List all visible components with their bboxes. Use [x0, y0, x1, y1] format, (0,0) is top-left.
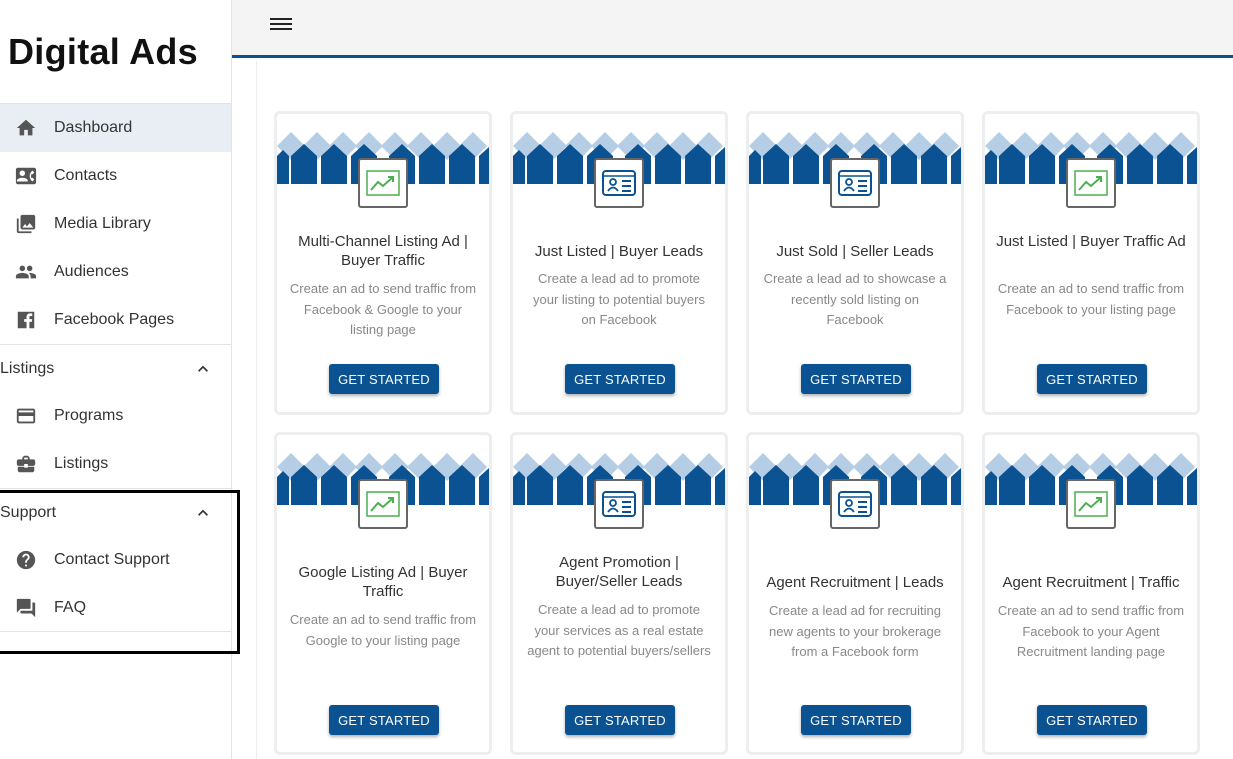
sidebar-item-listings[interactable]: Listings — [0, 440, 231, 488]
id-card-icon — [594, 479, 644, 529]
ad-template-card: Just Listed | Buyer Traffic Ad Create an … — [982, 111, 1200, 415]
sidebar-item-label: Contacts — [54, 167, 118, 184]
sidebar-item-label: Facebook Pages — [54, 311, 175, 328]
ad-template-card: Just Listed | Buyer Leads Create a lead a… — [510, 111, 728, 415]
people-icon — [14, 260, 38, 284]
ad-template-card: Multi-Channel Listing Ad | Buyer Traffic… — [274, 111, 492, 415]
contact-card-icon — [14, 164, 38, 188]
sidebar-item-contact-support[interactable]: Contact Support — [0, 536, 231, 584]
get-started-button[interactable]: GET STARTED — [329, 364, 439, 394]
trending-up-icon — [358, 479, 408, 529]
credit-card-icon — [14, 404, 38, 428]
sidebar-item-facebook-pages[interactable]: Facebook Pages — [0, 296, 231, 344]
sidebar-item-label: Listings — [54, 455, 109, 472]
home-icon — [14, 116, 38, 140]
ad-template-card: Agent Recruitment | Traffic Create an ad … — [982, 432, 1200, 755]
get-started-button[interactable]: GET STARTED — [565, 364, 675, 394]
id-card-icon — [830, 479, 880, 529]
trending-up-icon — [1066, 158, 1116, 208]
card-description: Create an ad to send traffic from Facebo… — [997, 603, 1185, 659]
get-started-button[interactable]: GET STARTED — [329, 705, 439, 735]
sidebar-item-label: Audiences — [54, 263, 129, 280]
facebook-icon — [14, 308, 38, 332]
section-label: Support — [0, 503, 57, 521]
card-description: Create an ad to send traffic from Facebo… — [289, 281, 477, 337]
trending-up-icon — [1066, 479, 1116, 529]
card-title: Multi-Channel Listing Ad | Buyer Traffic — [298, 233, 468, 269]
get-started-button[interactable]: GET STARTED — [801, 364, 911, 394]
card-title: Just Sold | Seller Leads — [776, 243, 934, 260]
sidebar-item-media-library[interactable]: Media Library — [0, 200, 231, 248]
brand-title: Digital Ads — [0, 0, 231, 104]
photo-library-icon — [14, 212, 38, 236]
get-started-button[interactable]: GET STARTED — [801, 705, 911, 735]
sidebar-item-label: Media Library — [54, 215, 151, 232]
get-started-button[interactable]: GET STARTED — [1037, 705, 1147, 735]
ad-template-card: Google Listing Ad | Buyer Traffic Create … — [274, 432, 492, 755]
top-app-bar — [232, 0, 1233, 58]
hamburger-menu-icon[interactable] — [270, 15, 292, 35]
id-card-icon — [830, 158, 880, 208]
card-title: Google Listing Ad | Buyer Traffic — [298, 564, 468, 600]
card-title: Agent Recruitment | Leads — [766, 574, 944, 591]
help-icon — [14, 548, 38, 572]
sidebar-item-label: Contact Support — [54, 551, 170, 568]
card-title: Agent Promotion | Buyer/Seller Leads — [555, 554, 683, 590]
chevron-up-icon — [198, 365, 208, 372]
card-description: Create an ad to send traffic from Google… — [289, 612, 477, 648]
section-support-toggle[interactable]: Support — [0, 488, 231, 536]
get-started-button[interactable]: GET STARTED — [565, 705, 675, 735]
ad-templates-grid: Multi-Channel Listing Ad | Buyer Traffic… — [256, 61, 1233, 759]
ad-template-card: Just Sold | Seller Leads Create a lead ad… — [746, 111, 964, 415]
ad-template-card: Agent Recruitment | Leads Create a lead a… — [746, 432, 964, 755]
sidebar-item-audiences[interactable]: Audiences — [0, 248, 231, 296]
app-root: Digital Ads Dashboard Contacts Media Lib… — [0, 0, 1233, 759]
section-label: Listings — [0, 359, 55, 377]
sidebar-item-dashboard[interactable]: Dashboard — [0, 104, 231, 152]
card-description: Create a lead ad for recruiting new agen… — [769, 603, 941, 659]
card-description: Create a lead ad to showcase a recently … — [763, 271, 947, 327]
ad-template-card: Agent Promotion | Buyer/Seller Leads Crea… — [510, 432, 728, 755]
id-card-icon — [594, 158, 644, 208]
sidebar-item-contacts[interactable]: Contacts — [0, 152, 231, 200]
forum-icon — [14, 596, 38, 620]
get-started-button[interactable]: GET STARTED — [1037, 364, 1147, 394]
sidebar-item-label: Dashboard — [54, 119, 133, 136]
briefcase-icon — [14, 452, 38, 476]
card-title: Just Listed | Buyer Leads — [534, 243, 704, 260]
trending-up-icon — [358, 158, 408, 208]
sidebar: Digital Ads Dashboard Contacts Media Lib… — [0, 0, 232, 759]
chevron-up-icon — [198, 509, 208, 516]
sidebar-item-label: Programs — [54, 407, 124, 424]
section-listings-toggle[interactable]: Listings — [0, 344, 231, 392]
sidebar-item-label: FAQ — [54, 598, 87, 616]
card-description: Create a lead ad to promote your listing… — [533, 271, 705, 327]
card-description: Create an ad to send traffic from Facebo… — [997, 281, 1185, 317]
card-title: Agent Recruitment | Traffic — [1002, 574, 1180, 591]
sidebar-item-programs[interactable]: Programs — [0, 392, 231, 440]
card-description: Create a lead ad to promote your service… — [527, 602, 711, 658]
card-title: Just Listed | Buyer Traffic Ad — [996, 233, 1186, 250]
sidebar-item-faq[interactable]: FAQ — [0, 584, 231, 632]
